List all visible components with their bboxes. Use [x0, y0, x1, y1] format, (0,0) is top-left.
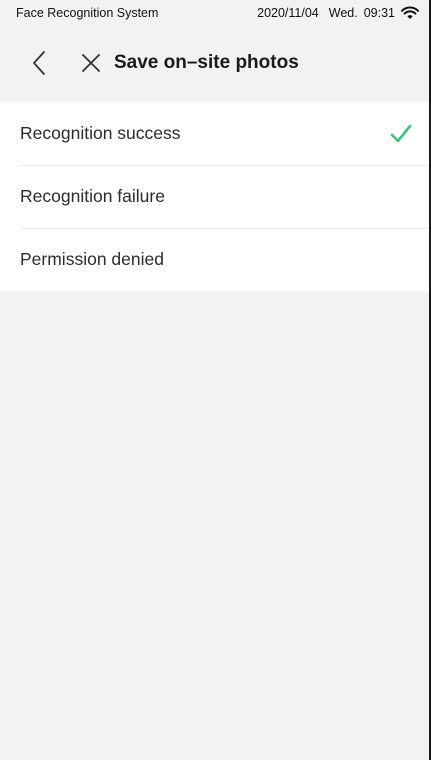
status-weekday: Wed.	[328, 6, 358, 20]
chevron-left-icon	[33, 51, 45, 75]
option-label: Recognition failure	[20, 186, 165, 206]
status-bar: Face Recognition System 2020/11/04 Wed. …	[0, 0, 431, 26]
status-date: 2020/11/04	[257, 6, 319, 20]
top-bar: Face Recognition System 2020/11/04 Wed. …	[0, 0, 431, 102]
option-permission-denied[interactable]: Permission denied	[0, 228, 431, 291]
status-app-name: Face Recognition System	[16, 6, 159, 20]
back-button[interactable]	[24, 48, 54, 78]
close-icon	[82, 54, 100, 72]
option-recognition-failure[interactable]: Recognition failure	[0, 165, 431, 228]
checkmark-icon	[389, 122, 413, 146]
close-button[interactable]	[76, 48, 106, 78]
wifi-icon	[401, 6, 419, 20]
status-right: 2020/11/04 Wed. 09:31	[257, 6, 419, 20]
screen: Face Recognition System 2020/11/04 Wed. …	[0, 0, 431, 760]
header: Save on–site photos	[0, 24, 431, 102]
page-title: Save on–site photos	[114, 52, 299, 73]
option-recognition-success[interactable]: Recognition success	[0, 102, 431, 165]
option-label: Recognition success	[20, 123, 181, 143]
status-time: 09:31	[363, 6, 395, 20]
options-list: Recognition success Recognition failure …	[0, 102, 431, 291]
option-label: Permission denied	[20, 249, 164, 269]
